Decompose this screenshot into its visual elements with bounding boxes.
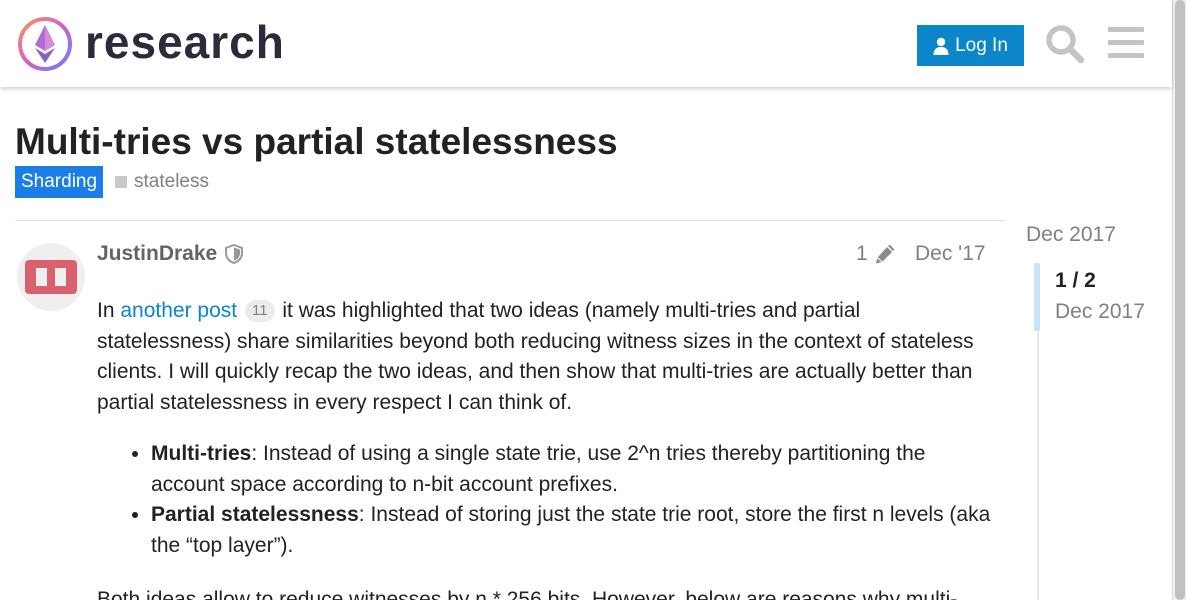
bullet-term: Partial statelessness bbox=[151, 503, 359, 526]
user-icon bbox=[933, 37, 949, 55]
post-date[interactable]: Dec '17 bbox=[915, 240, 986, 268]
another-post-link[interactable]: another post bbox=[120, 299, 237, 322]
tag-square-icon bbox=[115, 176, 127, 188]
hamburger-menu-icon bbox=[1108, 27, 1144, 58]
tag-stateless[interactable]: stateless bbox=[115, 170, 209, 194]
scrollbar-thumb[interactable] bbox=[1175, 0, 1185, 600]
menu-button[interactable] bbox=[1107, 26, 1145, 60]
bullet-text: : Instead of using a single state trie, … bbox=[151, 442, 926, 496]
idea-list: Multi-tries: Instead of using a single s… bbox=[151, 439, 997, 561]
page-scrollbar[interactable] bbox=[1172, 0, 1186, 600]
tag-label: stateless bbox=[134, 171, 209, 192]
post-body: In another post 11 it was highlighted th… bbox=[97, 296, 997, 600]
intro-text-start: In bbox=[97, 299, 121, 322]
timeline-handle[interactable] bbox=[1034, 263, 1040, 331]
category-badge[interactable]: Sharding bbox=[15, 166, 104, 198]
search-icon bbox=[1046, 25, 1085, 64]
list-item: Partial statelessness: Instead of storin… bbox=[151, 500, 997, 561]
site-name[interactable]: research bbox=[85, 15, 285, 69]
list-item: Multi-tries: Instead of using a single s… bbox=[151, 439, 997, 500]
username[interactable]: JustinDrake bbox=[97, 240, 217, 268]
topic-title[interactable]: Multi-tries vs partial statelessness bbox=[15, 118, 618, 166]
timeline-current-date: Dec 2017 bbox=[1055, 300, 1145, 323]
post-intro: In another post 11 it was highlighted th… bbox=[97, 296, 997, 418]
site-header: research Log In bbox=[0, 0, 1172, 87]
login-button[interactable]: Log In bbox=[917, 25, 1024, 66]
avatar[interactable] bbox=[17, 243, 85, 311]
search-button[interactable] bbox=[1044, 23, 1086, 65]
timeline-position: 1 / 2 bbox=[1055, 269, 1096, 292]
edit-count: 1 bbox=[856, 242, 868, 265]
link-click-count: 11 bbox=[244, 300, 275, 322]
login-label: Log In bbox=[955, 34, 1008, 56]
pencil-icon bbox=[875, 244, 895, 264]
next-paragraph: Both ideas allow to reduce witnesses by … bbox=[97, 588, 958, 600]
edit-history-button[interactable]: 1 bbox=[856, 240, 896, 268]
bullet-term: Multi-tries bbox=[151, 442, 252, 465]
timeline-start-date[interactable]: Dec 2017 bbox=[1026, 220, 1116, 250]
site-logo[interactable] bbox=[16, 15, 74, 73]
post-author[interactable]: JustinDrake bbox=[97, 240, 244, 268]
shield-icon bbox=[225, 244, 244, 264]
divider bbox=[15, 220, 1004, 221]
